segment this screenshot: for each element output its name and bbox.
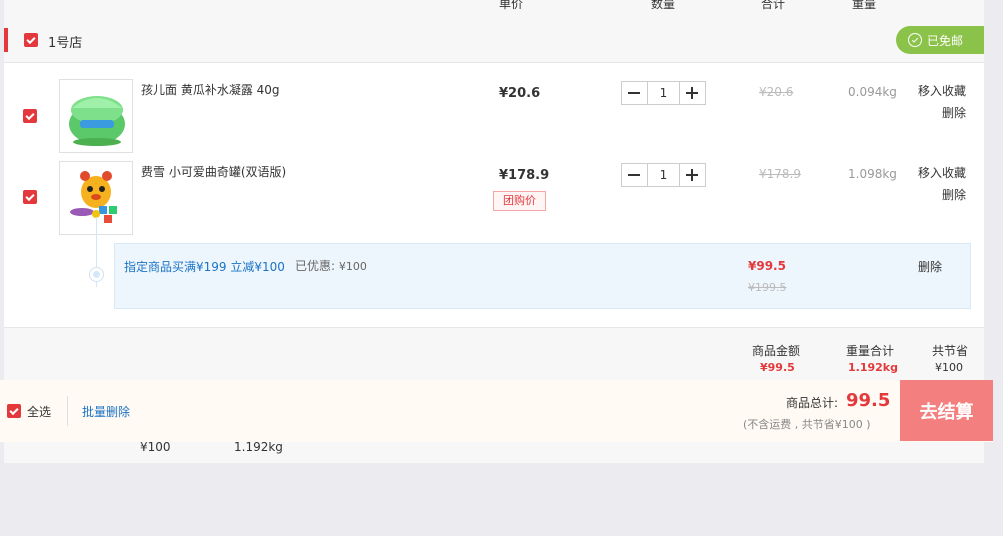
check-circle-icon <box>908 33 922 47</box>
select-all-label[interactable]: 全选 <box>27 403 51 420</box>
saved-value: ¥100 <box>338 260 367 273</box>
group-price-badge: 团购价 <box>493 191 546 211</box>
item-subtotal: ¥20.6 <box>759 85 794 99</box>
item-checkbox[interactable] <box>23 190 37 204</box>
shop-header: 1号店 已免邮 <box>4 18 984 63</box>
total-saved-label: 共节省 <box>932 344 969 358</box>
minus-icon[interactable] <box>622 82 647 104</box>
item-checkbox[interactable] <box>23 109 37 123</box>
promotion-price: ¥99.5 <box>748 259 786 273</box>
quantity-input[interactable]: 1 <box>647 82 680 104</box>
total-saved-value: ¥100 <box>935 361 963 374</box>
product-title[interactable]: 费雪 小可爱曲奇罐(双语版) <box>141 163 286 180</box>
select-all-checkbox[interactable] <box>7 404 21 418</box>
divider <box>67 396 68 426</box>
checkout-button[interactable]: 去结算 <box>900 380 993 441</box>
item-subtotal: ¥178.9 <box>759 167 801 181</box>
promotion-box: 指定商品买满¥199 立减¥100 已优惠: ¥100 ¥99.5 ¥199.5… <box>114 243 971 309</box>
item-actions: 移入收藏 删除 <box>914 162 966 206</box>
col-weight: 重量 <box>852 0 877 11</box>
goods-amount-value: ¥99.5 <box>760 361 795 374</box>
product-title[interactable]: 孩儿面 黄瓜补水凝露 40g <box>141 81 280 98</box>
col-unit-price: 单价 <box>499 0 524 11</box>
quantity-stepper: 1 <box>621 81 706 105</box>
promotion-link[interactable]: 指定商品买满¥199 立减¥100 <box>124 258 285 275</box>
ghost-saved-value: ¥100 <box>140 440 171 454</box>
product-image-cucumber-gel[interactable] <box>59 79 133 153</box>
move-to-favorites-link[interactable]: 移入收藏 <box>914 80 966 102</box>
item-weight: 1.098kg <box>848 167 897 181</box>
col-quantity: 数量 <box>651 0 676 11</box>
col-subtotal: 合计 <box>761 0 786 11</box>
shop-accent-bar <box>4 28 8 52</box>
delete-item-link[interactable]: 删除 <box>914 102 966 124</box>
shipping-note: (不含运费 , 共节省¥100 ) <box>743 418 871 431</box>
promotion-original-price: ¥199.5 <box>748 281 787 294</box>
ghost-weight-value: 1.192kg <box>234 440 283 454</box>
saved-label: 已优惠: <box>295 259 336 273</box>
cart-item: 孩儿面 黄瓜补水凝露 40g ¥20.6 1 ¥20.6 0.094kg 移入收… <box>4 79 984 159</box>
plus-icon[interactable] <box>680 82 705 104</box>
shop-name: 1号店 <box>48 36 83 51</box>
free-shipping-badge: 已免邮 <box>896 26 984 54</box>
cart-item: 费雪 小可爱曲奇罐(双语版) ¥178.9 团购价 1 ¥178.9 1.098… <box>4 161 984 241</box>
item-actions: 移入收藏 删除 <box>914 80 966 124</box>
shop-checkbox[interactable] <box>24 33 38 47</box>
total-weight-label: 重量合计 <box>846 344 895 358</box>
item-weight: 0.094kg <box>848 85 897 99</box>
plus-icon[interactable] <box>680 164 705 186</box>
cream-jar-icon <box>69 96 125 146</box>
delete-promotion-link[interactable]: 删除 <box>918 258 942 275</box>
delete-item-link[interactable]: 删除 <box>914 184 966 206</box>
total-weight-value: 1.192kg <box>848 361 898 374</box>
move-to-favorites-link[interactable]: 移入收藏 <box>914 162 966 184</box>
checkout-bar: 全选 批量删除 商品总计: 99.5 (不含运费 , 共节省¥100 ) 去结算 <box>0 380 993 442</box>
minus-icon[interactable] <box>622 164 647 186</box>
goods-amount-label: 商品金额 <box>752 344 801 358</box>
item-list: 孩儿面 黄瓜补水凝露 40g ¥20.6 1 ¥20.6 0.094kg 移入收… <box>4 63 984 328</box>
quantity-input[interactable]: 1 <box>647 164 680 186</box>
free-shipping-label: 已免邮 <box>927 33 964 48</box>
quantity-stepper: 1 <box>621 163 706 187</box>
unit-price: ¥178.9 <box>499 168 550 183</box>
grand-total-label: 商品总计: <box>786 396 839 410</box>
batch-delete-link[interactable]: 批量删除 <box>82 403 130 420</box>
unit-price: ¥20.6 <box>499 86 541 101</box>
promotion-saved: 已优惠: ¥100 <box>295 257 367 274</box>
grand-total-value: 99.5 <box>846 390 891 411</box>
promo-node-icon <box>89 267 104 282</box>
